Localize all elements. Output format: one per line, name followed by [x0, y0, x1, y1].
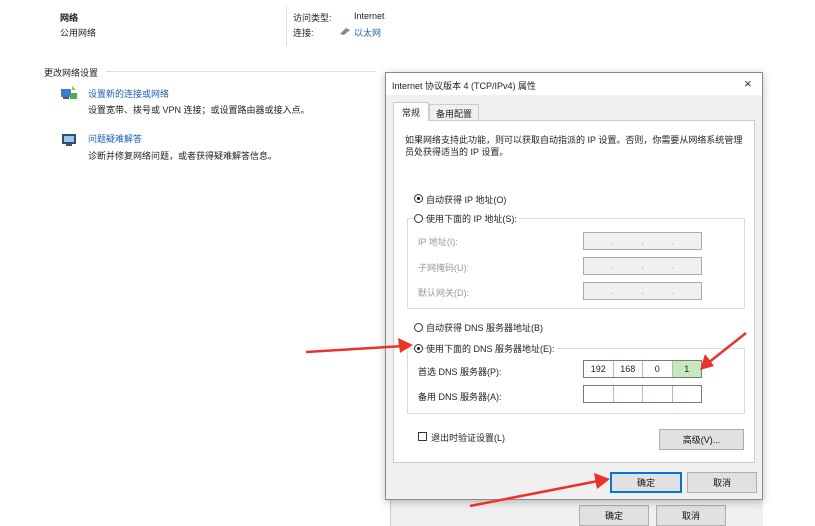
validate-checkbox[interactable] [418, 432, 427, 441]
dns-octet-2[interactable]: 168 [614, 361, 643, 377]
preferred-dns-field[interactable]: 192 168 0 1 [583, 360, 702, 378]
troubleshoot-icon [62, 134, 76, 146]
manual-dns-label: 使用下面的 DNS 服务器地址(E): [426, 342, 557, 355]
tab-alternate-label: 备用配置 [435, 108, 472, 119]
setup-connection-desc: 设置宽带、拨号或 VPN 连接；或设置路由器或接入点。 [88, 105, 310, 115]
validate-label: 退出时验证设置(L) [431, 433, 505, 443]
auto-ip-radio[interactable] [414, 194, 423, 203]
dialog-title: Internet 协议版本 4 (TCP/IPv4) 属性 [392, 81, 537, 91]
bg-cancel-button[interactable]: 取消 [656, 505, 726, 526]
ip-address-label: IP 地址(I): [418, 237, 458, 247]
troubleshoot-desc: 诊断并修复网络问题，或者获得疑难解答信息。 [88, 151, 278, 161]
access-type-label: 访问类型: [293, 13, 332, 23]
connection-link[interactable]: 以太网 [354, 26, 381, 39]
tab-general-label: 常规 [401, 107, 420, 118]
intro-text: 如果网络支持此功能，则可以获取自动指派的 IP 设置。否则，你需要从网络系统管理… [405, 135, 743, 157]
bg-ok-button[interactable]: 确定 [579, 505, 649, 526]
network-name: 网络 [60, 13, 79, 23]
ok-button[interactable]: 确定 [610, 472, 682, 493]
cancel-button[interactable]: 取消 [687, 472, 757, 493]
setup-connection-link[interactable]: 设置新的连接或网络 [88, 87, 169, 100]
connection-label: 连接: [293, 28, 314, 38]
gateway-label: 默认网关(D): [418, 288, 469, 298]
manual-ip-radio[interactable] [414, 214, 423, 223]
tab-general[interactable]: 常规 [393, 102, 429, 121]
dns-octet-1[interactable]: 192 [584, 361, 614, 377]
divider [286, 6, 287, 46]
dns-octet-3[interactable]: 0 [643, 361, 673, 377]
manual-ip-label: 使用下面的 IP 地址(S): [426, 212, 519, 225]
tab-alternate[interactable]: 备用配置 [429, 104, 479, 121]
close-icon[interactable]: × [744, 76, 752, 91]
auto-dns-radio[interactable] [414, 323, 423, 332]
alternate-dns-label: 备用 DNS 服务器(A): [418, 392, 502, 402]
preferred-dns-label: 首选 DNS 服务器(P): [418, 367, 502, 377]
alternate-dns-field[interactable] [583, 385, 702, 403]
manual-dns-group [407, 348, 745, 414]
subnet-mask-field: ... [583, 257, 702, 275]
ipv4-properties-dialog: Internet 协议版本 4 (TCP/IPv4) 属性 × 常规 备用配置 … [385, 72, 763, 500]
troubleshoot-link[interactable]: 问题疑难解答 [88, 132, 142, 145]
subnet-mask-label: 子网掩码(U): [418, 263, 469, 273]
ethernet-icon [340, 27, 350, 35]
network-type: 公用网络 [60, 28, 97, 38]
manual-dns-radio[interactable] [414, 344, 423, 353]
gateway-field: ... [583, 282, 702, 300]
heading-rule [106, 71, 376, 72]
ip-address-field: ... [583, 232, 702, 250]
change-settings-heading: 更改网络设置 [44, 68, 99, 78]
auto-dns-label: 自动获得 DNS 服务器地址(B) [426, 323, 544, 333]
dns-octet-4[interactable]: 1 [672, 361, 701, 377]
auto-ip-label: 自动获得 IP 地址(O) [426, 195, 507, 205]
new-connection-icon [60, 86, 78, 102]
advanced-button[interactable]: 高级(V)... [659, 429, 744, 450]
access-type-value: Internet [354, 11, 385, 21]
